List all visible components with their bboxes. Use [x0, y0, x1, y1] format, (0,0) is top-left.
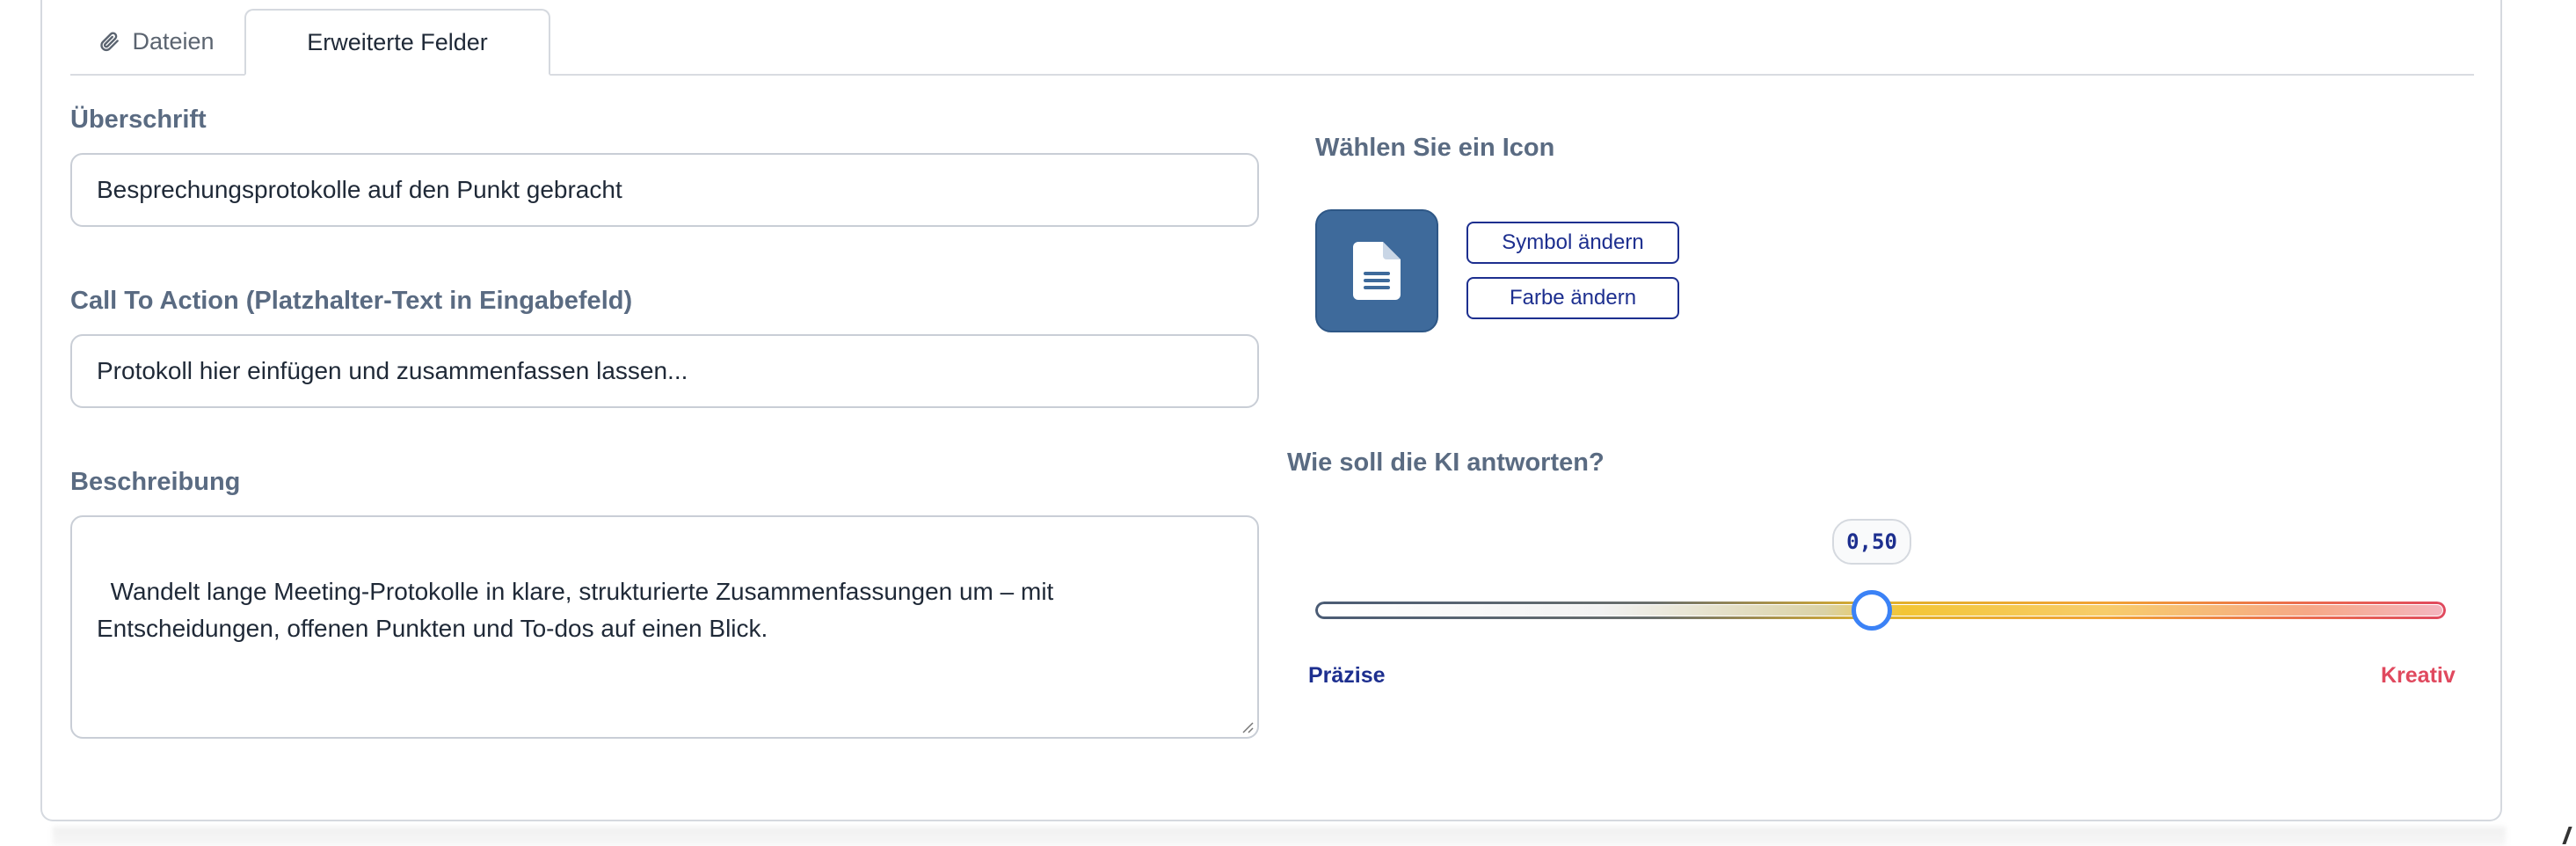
document-icon [1353, 242, 1401, 300]
icon-chooser-label: Wählen Sie ein Icon [1315, 134, 1555, 162]
description-label: Beschreibung [70, 468, 241, 496]
tab-bar: Dateien Erweiterte Felder [70, 0, 2474, 76]
cta-label: Call To Action (Platzhalter-Text in Eing… [70, 287, 633, 315]
description-textarea[interactable]: Wandelt lange Meeting-Protokolle in klar… [70, 515, 1259, 739]
slider-thumb[interactable] [1852, 590, 1892, 631]
slider-max-label: Kreativ [2381, 663, 2456, 688]
card-shadow [53, 827, 2506, 846]
resize-grip-icon[interactable] [1240, 719, 1254, 733]
slider-value-bubble: 0,50 [1832, 519, 1911, 565]
edge-mark [2562, 827, 2572, 844]
tab-dateien[interactable]: Dateien [70, 9, 243, 74]
paperclip-icon [100, 32, 120, 52]
cta-input[interactable]: Protokoll hier einfügen und zusammenfass… [70, 334, 1259, 408]
change-color-button[interactable]: Farbe ändern [1466, 277, 1679, 319]
tab-erweiterte-felder-label: Erweiterte Felder [307, 28, 488, 55]
tab-dateien-label: Dateien [132, 27, 215, 55]
tab-erweiterte-felder[interactable]: Erweiterte Felder [244, 9, 550, 76]
heading-label: Überschrift [70, 106, 207, 134]
description-text: Wandelt lange Meeting-Protokolle in klar… [97, 578, 1054, 642]
slider-min-label: Präzise [1308, 663, 1386, 688]
icon-preview-tile[interactable] [1315, 209, 1438, 332]
heading-input[interactable]: Besprechungsprotokolle auf den Punkt geb… [70, 153, 1259, 227]
ai-response-label: Wie soll die KI antworten? [1287, 449, 1605, 477]
change-symbol-button[interactable]: Symbol ändern [1466, 222, 1679, 264]
